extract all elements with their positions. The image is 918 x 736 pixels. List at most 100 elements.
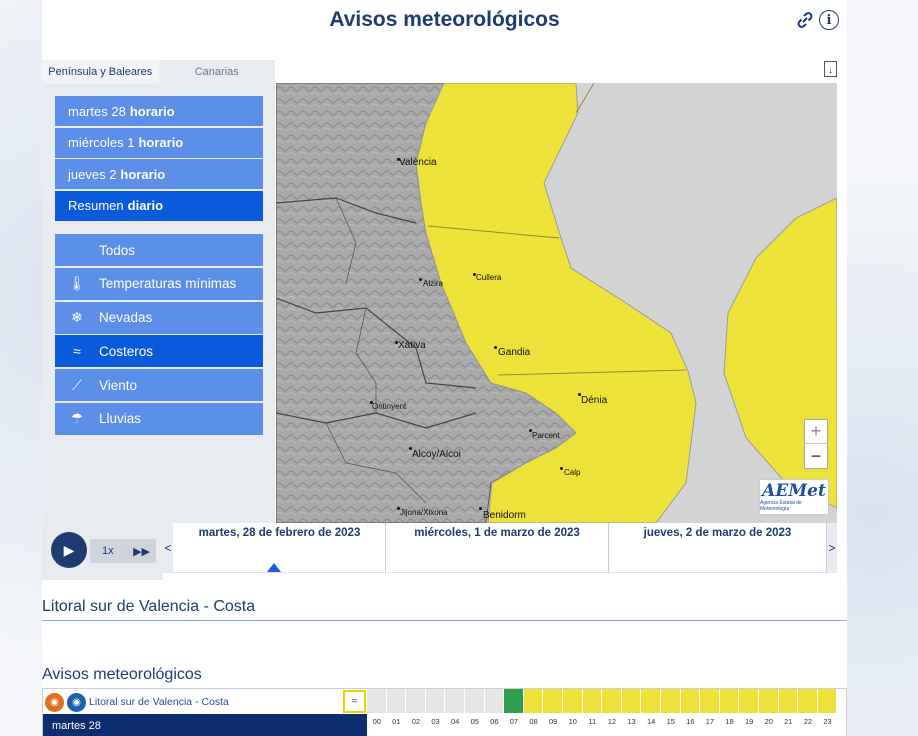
type-button-lluvias[interactable]: ☂ Lluvias xyxy=(55,402,263,435)
tab-canarias[interactable]: Canarias xyxy=(158,60,275,84)
divider xyxy=(42,620,847,621)
day-timeline: < martes, 28 de febrero de 2023 miércole… xyxy=(163,523,837,573)
sidebar: Península y Baleares Canarias martes 28 h… xyxy=(42,60,275,523)
hour-cell xyxy=(817,689,838,713)
hour-label: 11 xyxy=(588,717,597,726)
hour-label: 09 xyxy=(548,717,558,726)
type-button-nevadas[interactable]: ❄ Nevadas xyxy=(55,301,263,334)
timeline-position-marker[interactable] xyxy=(267,563,281,572)
day-mode: horario xyxy=(138,135,184,150)
place-parcent: Parcent xyxy=(532,431,560,440)
hour-cell xyxy=(425,689,446,713)
page-content: Avisos meteorológicos i Península y Bale… xyxy=(42,0,847,736)
type-label: Costeros xyxy=(99,343,154,359)
hour-cell xyxy=(386,689,407,713)
hour-cell xyxy=(798,689,818,713)
play-icon: ▶ xyxy=(63,541,75,558)
speed-value: 1x xyxy=(102,545,114,557)
timeline-day-3[interactable]: jueves, 2 de marzo de 2023 xyxy=(609,523,827,573)
hour-label: 15 xyxy=(666,717,675,726)
place-denia: Dénia xyxy=(581,395,608,406)
fast-forward-icon[interactable]: ▶▶ xyxy=(133,545,150,558)
day-button-martes[interactable]: martes 28 horario xyxy=(55,96,263,126)
hour-label: 01 xyxy=(392,717,401,726)
day-label: martes 28 xyxy=(68,103,126,119)
hour-label: 18 xyxy=(725,717,734,726)
warning-type-list: Todos 🌡 Temperaturas mínimas ❄ Nevadas ≈ Co… xyxy=(55,234,263,437)
place-ontinyent: Ontinyent xyxy=(372,402,407,411)
hour-cell xyxy=(739,689,759,713)
type-button-temperaturas[interactable]: 🌡 Temperaturas mínimas xyxy=(55,267,263,300)
speed-control[interactable]: 1x ▶▶ xyxy=(90,539,156,563)
info-icon[interactable]: i xyxy=(819,10,839,30)
warnings-table: ◉ ◉ Litoral sur de Valencia - Costa ≈ ma… xyxy=(42,688,847,736)
day-list: martes 28 horario miércoles 1 horario juev… xyxy=(55,96,263,222)
rss-icon[interactable]: ◉ xyxy=(67,692,86,712)
place-alcoy: Alcoy/Alcoi xyxy=(412,449,461,460)
hour-label: 20 xyxy=(764,717,773,726)
table-day-row: martes 28 xyxy=(43,714,367,736)
tab-peninsula[interactable]: Península y Baleares xyxy=(42,60,159,84)
place-valencia: València xyxy=(399,157,437,168)
download-icon[interactable]: ↓ xyxy=(824,61,837,77)
rss-icon[interactable]: ◉ xyxy=(45,692,64,712)
hour-cell xyxy=(602,689,622,713)
place-cullera: Cullera xyxy=(476,273,502,282)
hour-label: 05 xyxy=(470,717,479,726)
hour-cell xyxy=(406,689,426,713)
day-button-jueves[interactable]: jueves 2 horario xyxy=(55,159,263,189)
hour-label: 08 xyxy=(529,717,538,726)
place-dot xyxy=(560,467,563,470)
timeline-day-2[interactable]: miércoles, 1 de marzo de 2023 xyxy=(386,523,609,573)
hour-label: 10 xyxy=(568,717,577,726)
zoom-control: + − xyxy=(804,419,828,469)
hour-label: 14 xyxy=(646,717,656,726)
type-label: Viento xyxy=(99,377,138,393)
warning-map[interactable]: València Alzira Cullera Xàtiva Gandia Dé… xyxy=(276,83,837,523)
table-zone-name[interactable]: Litoral sur de Valencia - Costa xyxy=(89,696,229,708)
play-button[interactable]: ▶ xyxy=(51,532,87,568)
aemet-logo: AEMet Agencia Estatal de Meteorología xyxy=(759,479,829,515)
day-button-resumen[interactable]: Resumen diario xyxy=(55,190,263,221)
place-dot xyxy=(494,346,497,349)
place-calp: Calp xyxy=(564,468,581,477)
hour-label: 07 xyxy=(509,717,519,726)
link-icon[interactable] xyxy=(795,10,815,30)
type-button-todos[interactable]: Todos xyxy=(55,234,263,266)
hour-label: 00 xyxy=(372,717,381,726)
timeline-next-button[interactable]: > xyxy=(827,523,837,573)
waves-icon: ≈ xyxy=(73,343,81,360)
day-label: jueves 2 xyxy=(68,166,117,182)
animation-player: ▶ 1x ▶▶ xyxy=(42,523,163,580)
hour-label: 17 xyxy=(705,717,715,726)
hour-label: 19 xyxy=(744,717,754,726)
header-actions: i xyxy=(795,10,839,30)
day-button-miercoles[interactable]: miércoles 1 horario xyxy=(55,127,263,158)
rain-icon: ☂ xyxy=(70,410,84,427)
table-header: ◉ ◉ Litoral sur de Valencia - Costa xyxy=(45,691,229,713)
hour-grid: 00 01 02 03 04 05 06 07 08 09 10 11 12 13 14 15 16 17 18 19… xyxy=(367,689,847,736)
hour-label: 02 xyxy=(411,717,421,726)
type-button-viento[interactable]: ⟋ Viento xyxy=(55,369,263,402)
type-label: Todos xyxy=(99,242,136,258)
region-tabs: Península y Baleares Canarias xyxy=(42,60,275,84)
hour-cell xyxy=(621,689,642,713)
hour-cell xyxy=(367,689,387,713)
hour-label: 03 xyxy=(431,717,440,726)
hour-label: 23 xyxy=(823,717,832,726)
type-button-costeros[interactable]: ≈ Costeros xyxy=(55,335,263,368)
hour-cell xyxy=(661,689,681,713)
place-gandia: Gandia xyxy=(498,347,531,358)
zoom-out-button[interactable]: − xyxy=(805,444,827,468)
logo-subtitle: Agencia Estatal de Meteorología xyxy=(760,499,802,512)
place-benidorm: Benidorm xyxy=(483,510,526,521)
zoom-in-button[interactable]: + xyxy=(805,420,827,444)
thermometer-icon: 🌡 xyxy=(68,275,86,292)
day-label: miércoles 1 xyxy=(68,135,135,150)
hour-cell xyxy=(465,689,485,713)
page-title: Avisos meteorológicos xyxy=(329,8,560,31)
warnings-title: Avisos meteorológicos xyxy=(42,666,202,683)
hour-label: 06 xyxy=(490,717,499,726)
timeline-prev-button[interactable]: < xyxy=(163,523,173,573)
hour-label: 22 xyxy=(803,717,813,726)
